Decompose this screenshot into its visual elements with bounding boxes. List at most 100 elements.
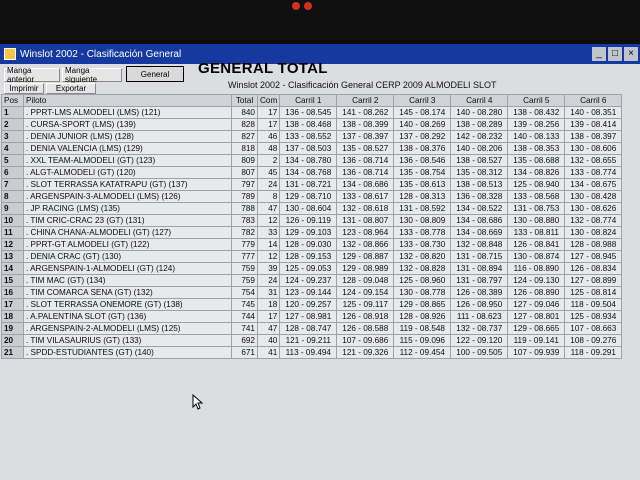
pilot-cell[interactable]: . XXL TEAM-ALMODELI (GT) (123)	[23, 154, 232, 167]
total-cell[interactable]: 807	[231, 166, 258, 179]
table-row[interactable]: 11. CHINA CHANA-ALMODELI (GT) (127) 782 33…	[1, 226, 623, 239]
total-cell[interactable]: 828	[231, 118, 258, 131]
lane-cell[interactable]: 136 - 08.545	[279, 106, 338, 119]
com-cell[interactable]: 12	[256, 214, 281, 227]
lane-cell[interactable]: 131 - 08.721	[279, 178, 338, 191]
lane-cell[interactable]: 142 - 08.232	[450, 130, 509, 143]
lane-cell[interactable]: 128 - 08.988	[564, 238, 623, 251]
lane-cell[interactable]: 126 - 08.841	[507, 238, 566, 251]
column-header[interactable]: Carril 5	[507, 94, 566, 107]
lane-cell[interactable]: 125 - 08.934	[564, 310, 623, 323]
com-cell[interactable]: 18	[256, 298, 281, 311]
lane-cell[interactable]: 134 - 08.675	[564, 178, 623, 191]
lane-cell[interactable]: 113 - 09.494	[279, 346, 338, 359]
total-cell[interactable]: 789	[231, 190, 258, 203]
close-icon[interactable]: ×	[624, 47, 638, 61]
position-cell[interactable]: 6	[1, 166, 24, 179]
pilot-cell[interactable]: . DENIA VALENCIA (LMS) (129)	[23, 142, 232, 155]
lane-cell[interactable]: 133 - 08.778	[393, 226, 452, 239]
com-cell[interactable]: 47	[256, 202, 281, 215]
lane-cell[interactable]: 112 - 09.454	[393, 346, 452, 359]
lane-cell[interactable]: 132 - 08.774	[564, 214, 623, 227]
lane-cell[interactable]: 137 - 08.292	[393, 130, 452, 143]
position-cell[interactable]: 10	[1, 214, 24, 227]
lane-cell[interactable]: 122 - 09.120	[450, 334, 509, 347]
total-cell[interactable]: 759	[231, 274, 258, 287]
com-cell[interactable]: 40	[256, 334, 281, 347]
total-cell[interactable]: 741	[231, 322, 258, 335]
lane-cell[interactable]: 145 - 08.174	[393, 106, 452, 119]
lane-cell[interactable]: 134 - 08.669	[450, 226, 509, 239]
lane-cell[interactable]: 124 - 09.154	[336, 286, 395, 299]
lane-cell[interactable]: 135 - 08.527	[336, 142, 395, 155]
position-cell[interactable]: 8	[1, 190, 24, 203]
lane-cell[interactable]: 136 - 08.714	[336, 166, 395, 179]
lane-cell[interactable]: 133 - 08.811	[507, 226, 566, 239]
lane-cell[interactable]: 130 - 08.778	[393, 286, 452, 299]
pilot-cell[interactable]: . JP RACING (LMS) (135)	[23, 202, 232, 215]
column-header[interactable]: Carril 3	[393, 94, 452, 107]
lane-cell[interactable]: 138 - 08.513	[450, 178, 509, 191]
lane-cell[interactable]: 133 - 08.730	[393, 238, 452, 251]
lane-cell[interactable]: 127 - 08.899	[564, 274, 623, 287]
print-button[interactable]: Imprimir	[4, 83, 44, 94]
lane-cell[interactable]: 135 - 08.312	[450, 166, 509, 179]
com-cell[interactable]: 46	[256, 130, 281, 143]
table-row[interactable]: 15. TIM MAC (GT) (134) 759 24 124 - 09.237 1…	[1, 274, 623, 287]
com-cell[interactable]: 45	[256, 166, 281, 179]
column-header[interactable]: Total	[231, 94, 258, 107]
total-cell[interactable]: 777	[231, 250, 258, 263]
pilot-cell[interactable]: . TIM COMARCA SENA (GT) (132)	[23, 286, 232, 299]
lane-cell[interactable]: 138 - 08.353	[507, 142, 566, 155]
table-row[interactable]: 6. ALGT-ALMODELI (GT) (120) 807 45 134 - 08…	[1, 166, 623, 179]
lane-cell[interactable]: 132 - 08.848	[450, 238, 509, 251]
lane-cell[interactable]: 132 - 08.866	[336, 238, 395, 251]
export-button[interactable]: Exportar	[46, 83, 96, 94]
pilot-cell[interactable]: . ALGT-ALMODELI (GT) (120)	[23, 166, 232, 179]
maximize-icon[interactable]: □	[608, 47, 622, 61]
com-cell[interactable]: 17	[256, 106, 281, 119]
pilot-cell[interactable]: . SLOT TERRASSA ONEMORE (GT) (138)	[23, 298, 232, 311]
lane-cell[interactable]: 131 - 08.715	[450, 250, 509, 263]
lane-cell[interactable]: 138 - 08.527	[450, 154, 509, 167]
lane-cell[interactable]: 125 - 08.814	[564, 286, 623, 299]
position-cell[interactable]: 20	[1, 334, 24, 347]
lane-cell[interactable]: 100 - 09.505	[450, 346, 509, 359]
pilot-cell[interactable]: . DENIA JUNIOR (LMS) (128)	[23, 130, 232, 143]
lane-cell[interactable]: 135 - 08.613	[393, 178, 452, 191]
lane-cell[interactable]: 129 - 08.989	[336, 262, 395, 275]
lane-cell[interactable]: 139 - 08.256	[507, 118, 566, 131]
lane-cell[interactable]: 123 - 09.144	[279, 286, 338, 299]
lane-cell[interactable]: 125 - 08.960	[393, 274, 452, 287]
pilot-cell[interactable]: . TIM MAC (GT) (134)	[23, 274, 232, 287]
table-row[interactable]: 9. JP RACING (LMS) (135) 788 47 130 - 08.60…	[1, 202, 623, 215]
com-cell[interactable]: 24	[256, 178, 281, 191]
table-row[interactable]: 19. ARGENSPAIN-2-ALMODELI (LMS) (125) 741…	[1, 322, 623, 335]
total-cell[interactable]: 692	[231, 334, 258, 347]
com-cell[interactable]: 47	[256, 322, 281, 335]
column-header[interactable]: Com	[256, 94, 281, 107]
lane-cell[interactable]: 130 - 08.874	[507, 250, 566, 263]
lane-cell[interactable]: 118 - 09.291	[564, 346, 623, 359]
lane-cell[interactable]: 129 - 08.710	[279, 190, 338, 203]
prev-round-button[interactable]: Manga anterior	[4, 66, 60, 84]
lane-cell[interactable]: 136 - 08.546	[393, 154, 452, 167]
table-row[interactable]: 12. PPRT-GT ALMODELI (GT) (122) 779 14 128 …	[1, 238, 623, 251]
lane-cell[interactable]: 119 - 08.548	[393, 322, 452, 335]
lane-cell[interactable]: 130 - 08.880	[507, 214, 566, 227]
position-cell[interactable]: 21	[1, 346, 24, 359]
lane-cell[interactable]: 128 - 08.926	[393, 310, 452, 323]
table-row[interactable]: 21. SPDD-ESTUDIANTES (GT) (140) 671 41 113 …	[1, 346, 623, 359]
table-row[interactable]: 2. CURSA-SPORT (LMS) (139) 828 17 138 - 08.…	[1, 118, 623, 131]
lane-cell[interactable]: 132 - 08.820	[393, 250, 452, 263]
total-cell[interactable]: 788	[231, 202, 258, 215]
lane-cell[interactable]: 127 - 08.945	[564, 250, 623, 263]
lane-cell[interactable]: 125 - 09.117	[336, 298, 395, 311]
position-cell[interactable]: 17	[1, 298, 24, 311]
total-cell[interactable]: 779	[231, 238, 258, 251]
lane-cell[interactable]: 133 - 08.568	[507, 190, 566, 203]
lane-cell[interactable]: 127 - 08.801	[507, 310, 566, 323]
lane-cell[interactable]: 124 - 09.130	[507, 274, 566, 287]
lane-cell[interactable]: 130 - 08.626	[564, 202, 623, 215]
position-cell[interactable]: 18	[1, 310, 24, 323]
